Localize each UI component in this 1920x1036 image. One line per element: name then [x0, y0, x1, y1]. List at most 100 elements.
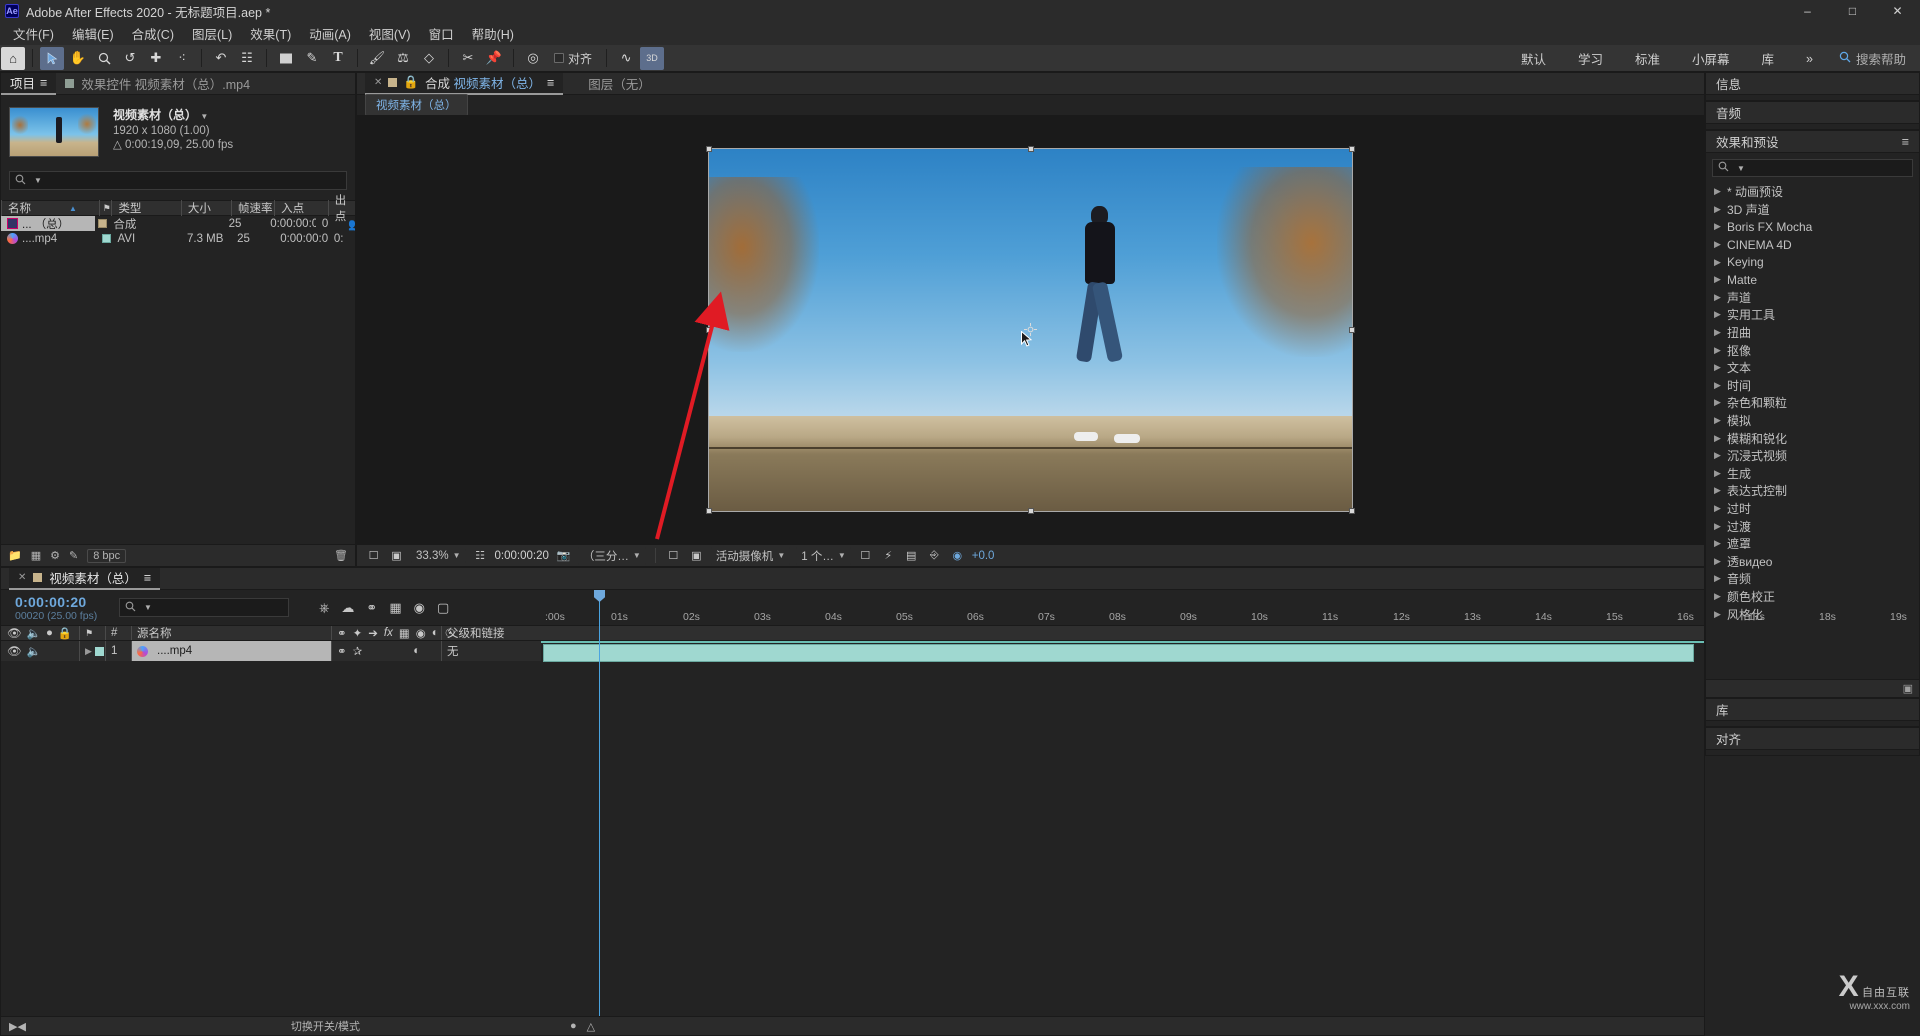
minimize-button[interactable]: – — [1785, 0, 1830, 22]
row-label-swatch[interactable] — [95, 216, 108, 231]
effects-category-item[interactable]: ▶ 过时 — [1706, 500, 1919, 518]
selection-tool-icon[interactable] — [40, 46, 64, 70]
menu-composition[interactable]: 合成(C) — [123, 21, 183, 46]
resolution-icon[interactable]: ☷ — [472, 548, 489, 564]
brush-tool-icon[interactable]: 🖌 — [365, 47, 389, 70]
chevron-down-icon[interactable]: ▼ — [1737, 164, 1745, 173]
hand-tool-icon[interactable]: ✋ — [66, 47, 90, 70]
effects-category-item[interactable]: ▶ Keying — [1706, 253, 1919, 271]
effects-category-item[interactable]: ▶ * 动画预设 — [1706, 183, 1919, 201]
zoom-tool-icon[interactable] — [92, 47, 116, 70]
panel-menu-icon[interactable]: ≡ — [40, 76, 47, 90]
snapping-icon[interactable]: ◎ — [521, 47, 545, 70]
effects-category-item[interactable]: ▶ Matte — [1706, 271, 1919, 289]
chevron-down-icon[interactable]: ▼ — [200, 112, 208, 121]
roto-brush-tool-icon[interactable]: ✂ — [456, 47, 480, 70]
table-row[interactable]: ....mp4 AVI 7.3 MB 25 0:00:00:00 0: — [1, 231, 355, 246]
maximize-button[interactable]: □ — [1830, 0, 1875, 22]
eraser-tool-icon[interactable]: ◇ — [417, 47, 441, 70]
align-checkbox[interactable] — [554, 53, 564, 63]
chevron-down-icon[interactable]: ▼ — [34, 176, 42, 185]
align-toggle[interactable]: 对齐 — [546, 48, 600, 69]
delete-icon[interactable]: 🗑 — [334, 549, 348, 562]
new-animation-preset-icon[interactable]: ▣ — [1903, 682, 1913, 695]
column-framerate[interactable]: 帧速率 — [231, 200, 274, 216]
resize-handle-br[interactable] — [1349, 507, 1355, 514]
column-size[interactable]: 大小 — [180, 200, 231, 216]
effects-category-item[interactable]: ▶ 时间 — [1706, 377, 1919, 395]
effects-search-input[interactable]: ▼ — [1712, 159, 1913, 177]
project-search-input[interactable]: ▼ — [9, 171, 347, 190]
comp-flowchart-icon[interactable]: ⎆ — [926, 548, 943, 564]
effects-category-item[interactable]: ▶ 风格化 — [1706, 605, 1919, 623]
resize-handle-tl[interactable] — [706, 145, 712, 152]
pixel-aspect-correction-icon[interactable]: ☐ — [857, 548, 874, 564]
effects-category-item[interactable]: ▶ 实用工具 — [1706, 306, 1919, 324]
shape-tool-icon[interactable] — [274, 47, 298, 70]
chevron-right-icon[interactable]: ▶ — [85, 646, 92, 657]
lock-icon[interactable]: 🔒 — [403, 75, 419, 90]
current-time-display[interactable]: 0:00:00:20 — [495, 550, 549, 562]
workspace-default[interactable]: 默认 — [1505, 45, 1562, 72]
row-name[interactable]: ....mp4 — [1, 231, 99, 246]
timeline-current-time[interactable]: 0:00:00:20 00020 (25.00 fps) — [1, 594, 119, 622]
graph-editor-icon[interactable]: ▢ — [437, 600, 449, 616]
main-viewer-icon[interactable]: ▣ — [388, 548, 405, 564]
composition-canvas[interactable] — [655, 145, 1355, 540]
effects-category-item[interactable]: ▶ 模拟 — [1706, 412, 1919, 430]
effects-category-item[interactable]: ▶ 3D 声道 — [1706, 201, 1919, 219]
effects-category-item[interactable]: ▶ 过渡 — [1706, 517, 1919, 535]
column-out-point[interactable]: 出点 — [327, 195, 355, 223]
playhead-line[interactable] — [594, 590, 605, 1035]
bit-depth-button[interactable]: 8 bpc — [87, 548, 127, 563]
eye-icon[interactable]: 👁 — [7, 644, 22, 658]
effects-category-item[interactable]: ▶ 遮罩 — [1706, 535, 1919, 553]
menu-animation[interactable]: 动画(A) — [300, 21, 360, 46]
resize-handle-tr[interactable] — [1349, 145, 1355, 152]
timeline-jump-icon[interactable]: ▤ — [903, 548, 920, 564]
effects-category-item[interactable]: ▶ 声道 — [1706, 289, 1919, 307]
text-tool-icon[interactable]: T — [326, 47, 350, 70]
camera-view-dropdown[interactable]: 活动摄像机 ▼ — [710, 546, 791, 565]
timeline-search-input[interactable]: ▼ — [119, 598, 289, 617]
effects-category-item[interactable]: ▶ 表达式控制 — [1706, 482, 1919, 500]
effects-category-item[interactable]: ▶ CINEMA 4D — [1706, 236, 1919, 254]
orbit-camera-tool-icon[interactable]: ✚ — [144, 47, 168, 70]
workspace-standard[interactable]: 标准 — [1619, 45, 1676, 72]
menu-edit[interactable]: 编辑(E) — [63, 21, 123, 46]
new-comp-icon[interactable]: ▦ — [31, 549, 41, 562]
label-color-icon[interactable] — [95, 646, 104, 656]
menu-effect[interactable]: 效果(T) — [241, 21, 300, 46]
layer-duration-bar[interactable] — [543, 644, 1694, 662]
resize-handle-bc[interactable] — [1027, 507, 1034, 514]
row-name[interactable]: ... （总） — [1, 216, 96, 231]
audio-icon[interactable]: 🔈 — [27, 644, 41, 658]
effects-category-item[interactable]: ▶ 杂色和颗粒 — [1706, 394, 1919, 412]
effects-category-item[interactable]: ▶ 音频 — [1706, 570, 1919, 588]
menu-layer[interactable]: 图层(L) — [183, 21, 241, 46]
menu-view[interactable]: 视图(V) — [360, 21, 420, 46]
region-of-interest-icon[interactable]: ▣ — [688, 548, 705, 564]
composition-mini-flowchart-icon[interactable]: ⎈ — [319, 600, 329, 616]
workspace-library[interactable]: 库 — [1746, 45, 1791, 72]
clone-stamp-tool-icon[interactable]: ⚖ — [391, 47, 415, 70]
puppet-pin-tool-icon[interactable]: 📌 — [482, 47, 506, 70]
rotation-tool-icon[interactable]: ↺ — [118, 47, 142, 70]
effects-category-item[interactable]: ▶ 扭曲 — [1706, 324, 1919, 342]
toggle-switches-modes-label[interactable]: 切换开关/模式 — [291, 1018, 360, 1034]
table-row[interactable]: ... （总） 合成 25 0:00:00:00 0 👥 — [1, 216, 355, 231]
timeline-track-area[interactable]: :00s 01s 02s 03s 04s 05s 06s 07s 08s 09s… — [541, 590, 1907, 1035]
shy-toggle-icon[interactable]: ⚭ — [337, 644, 347, 658]
resize-handle-bl[interactable] — [706, 507, 712, 514]
quality-toggle-icon[interactable]: ✰ — [353, 644, 363, 658]
comp-breadcrumb-tab[interactable]: 视频素材（总） — [365, 94, 468, 116]
hide-shy-layers-icon[interactable]: ⚭ — [366, 600, 377, 616]
grid-guides-dropdown[interactable]: （三分… ▼ — [577, 546, 646, 565]
take-snapshot-icon[interactable]: 📷 — [555, 548, 572, 564]
layer-source-name[interactable]: ....mp4 — [131, 641, 331, 661]
help-search-box[interactable]: 搜索帮助 — [1829, 49, 1920, 68]
workspace-learn[interactable]: 学习 — [1562, 45, 1619, 72]
resize-handle-mr[interactable] — [1349, 326, 1355, 333]
column-in-point[interactable]: 入点 — [274, 200, 328, 216]
panel-menu-icon[interactable]: ≡ — [1902, 135, 1909, 149]
